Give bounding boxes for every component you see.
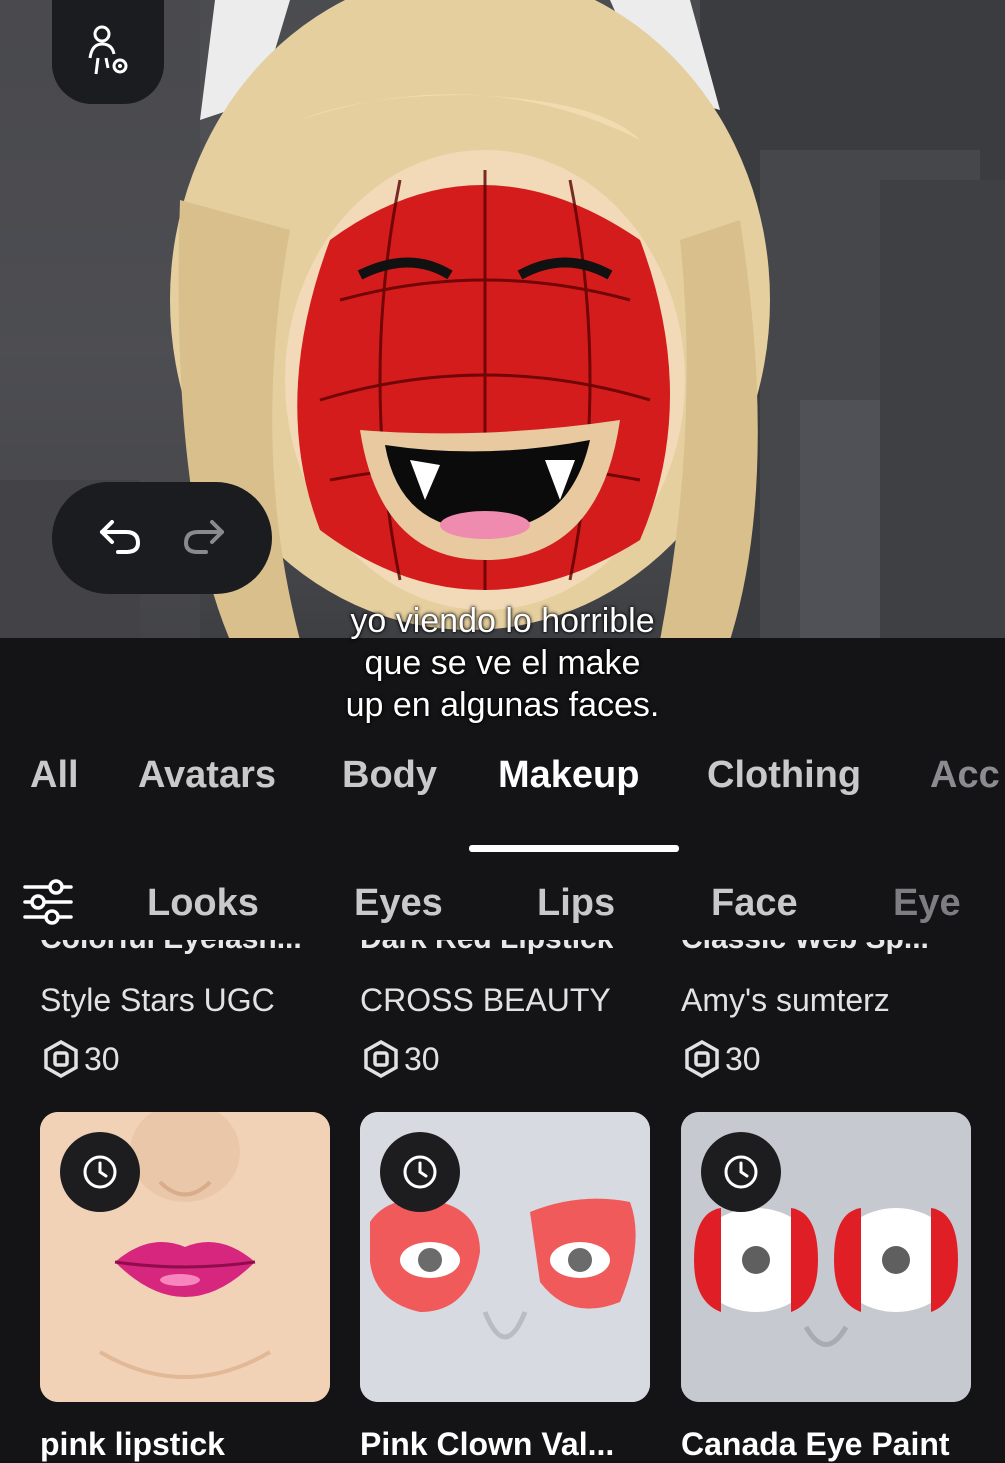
price-value: 30	[84, 1040, 120, 1077]
item-name[interactable]: Pink Clown Val...	[360, 1426, 614, 1463]
subtab-face[interactable]: Face	[711, 882, 798, 925]
avatar-settings-button[interactable]	[52, 0, 164, 104]
item-name[interactable]: pink lipstick	[40, 1426, 225, 1463]
active-tab-indicator	[469, 845, 679, 852]
item-name-cutoff: Classic Web Sp...	[681, 940, 929, 962]
tab-body[interactable]: Body	[342, 754, 437, 797]
category-tabs: All Avatars Body Makeup Clothing Acc	[0, 740, 1005, 850]
tab-accessories[interactable]: Acc	[930, 754, 1000, 797]
filter-button[interactable]	[22, 876, 74, 928]
tab-all[interactable]: All	[30, 754, 79, 797]
creator-name[interactable]: Amy's sumterz	[681, 982, 890, 1019]
sliders-icon	[23, 879, 73, 925]
tab-avatars[interactable]: Avatars	[138, 754, 276, 797]
item-name[interactable]: Canada Eye Paint	[681, 1426, 950, 1463]
item-name-cutoff: Dark Red Lipstick	[360, 940, 613, 962]
makeup-subtabs: Looks Eyes Lips Face Eye	[0, 870, 1005, 942]
item-name-cutoff: Colorful Eyelash...	[40, 940, 302, 962]
item-price: 30	[683, 1040, 761, 1078]
price-value: 30	[725, 1040, 761, 1077]
video-caption: yo viendo lo horrible que se ve el make …	[0, 600, 1005, 726]
tab-clothing[interactable]: Clothing	[707, 754, 861, 797]
tab-makeup[interactable]: Makeup	[498, 754, 639, 797]
item-price: 30	[42, 1040, 120, 1078]
creator-name[interactable]: Style Stars UGC	[40, 982, 275, 1019]
person-gear-icon	[88, 25, 128, 75]
item-card-pink-lipstick[interactable]	[40, 1112, 330, 1402]
subtab-eyebrows[interactable]: Eye	[893, 882, 961, 925]
clock-icon	[60, 1132, 140, 1212]
clock-icon	[380, 1132, 460, 1212]
item-card-pink-clown[interactable]	[360, 1112, 650, 1402]
subtab-looks[interactable]: Looks	[147, 882, 259, 925]
avatar-preview-scene[interactable]	[0, 0, 1005, 640]
subtab-eyes[interactable]: Eyes	[354, 882, 443, 925]
undo-redo-group	[52, 482, 272, 594]
caption-line: up en algunas faces.	[345, 686, 660, 724]
creator-name[interactable]: CROSS BEAUTY	[360, 982, 611, 1019]
item-card-canada-eye-paint[interactable]	[681, 1112, 971, 1402]
robux-icon	[685, 1040, 719, 1078]
undo-arrow-icon[interactable]	[96, 516, 144, 561]
item-price: 30	[362, 1040, 440, 1078]
redo-arrow-icon[interactable]	[180, 516, 228, 561]
caption-line: yo viendo lo horrible	[350, 602, 655, 640]
robux-icon	[44, 1040, 78, 1078]
clock-icon	[701, 1132, 781, 1212]
price-value: 30	[404, 1040, 440, 1077]
subtab-lips[interactable]: Lips	[537, 882, 615, 925]
caption-line: que se ve el make	[364, 644, 641, 682]
robux-icon	[364, 1040, 398, 1078]
